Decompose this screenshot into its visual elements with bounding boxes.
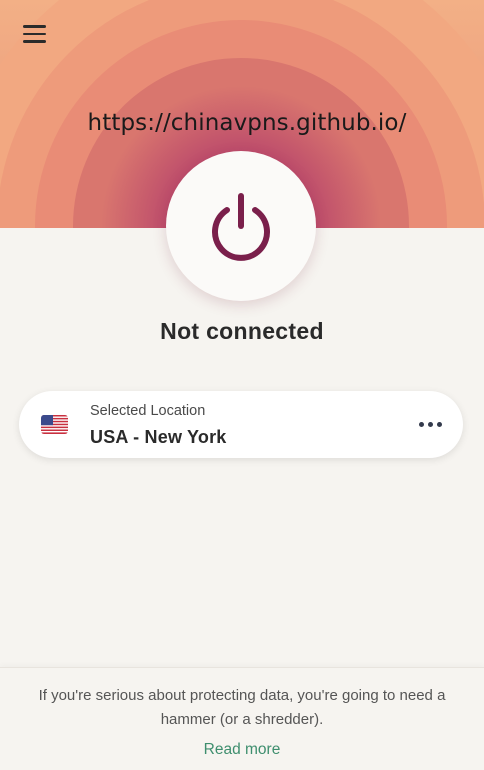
hamburger-menu-icon[interactable] — [16, 18, 52, 50]
vpn-app-screen: https://chinavpns.github.io/ Not connect… — [0, 0, 484, 770]
read-more-link[interactable]: Read more — [0, 741, 484, 759]
location-value: USA - New York — [90, 427, 227, 447]
watermark-url: https://chinavpns.github.io/ — [87, 110, 407, 136]
footer-message: If you're serious about protecting data,… — [38, 687, 446, 728]
footer-banner: If you're serious about protecting data,… — [0, 667, 484, 770]
menu-line — [22, 32, 46, 36]
more-options-icon[interactable] — [415, 413, 445, 435]
menu-line — [22, 40, 46, 43]
menu-line — [22, 25, 46, 28]
power-icon — [212, 193, 270, 261]
dot — [427, 421, 433, 427]
power-button[interactable] — [166, 151, 316, 301]
location-caption: Selected Location — [90, 403, 206, 419]
usa-flag-icon — [41, 415, 68, 434]
dot — [418, 421, 424, 427]
dot — [436, 421, 442, 427]
selected-location-card[interactable]: Selected Location USA - New York — [19, 391, 463, 458]
connection-status: Not connected — [160, 318, 324, 344]
